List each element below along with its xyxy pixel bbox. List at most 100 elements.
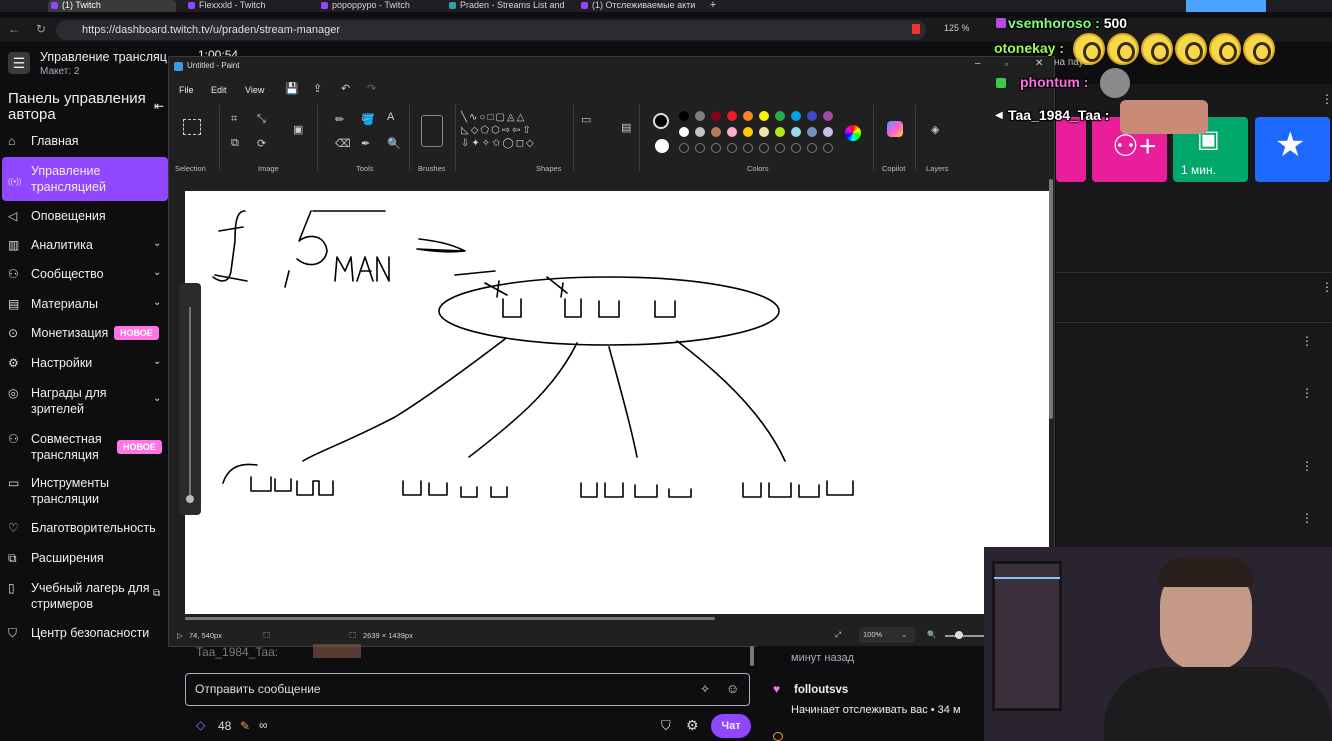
minimize-icon[interactable]: – (975, 58, 981, 69)
collapse-sidebar-icon[interactable]: ⇤ (154, 99, 164, 113)
back-icon[interactable]: ← (8, 22, 20, 36)
chat-input[interactable]: Отправить сообщение (185, 673, 750, 706)
more-icon[interactable]: ⋮ (1321, 280, 1332, 294)
color-picker-icon[interactable]: ✒ (361, 137, 370, 150)
crop-icon[interactable]: ⌗ (231, 113, 237, 126)
fit-icon[interactable]: ⤢ (835, 630, 841, 640)
emoji-icon[interactable]: ☺ (726, 681, 739, 696)
paint-canvas[interactable] (185, 191, 1049, 614)
palette-color-swatch[interactable] (775, 127, 785, 137)
palette-color-swatch[interactable] (711, 111, 721, 121)
magnifier-icon[interactable]: 🔍 (387, 137, 401, 150)
status-zoom-thumb[interactable] (955, 631, 963, 639)
palette-color-swatch[interactable] (711, 127, 721, 137)
palette-color-swatch[interactable] (807, 127, 817, 137)
share-icon[interactable]: ⇪ (313, 82, 322, 95)
zoom-indicator[interactable]: 125 % (944, 23, 970, 33)
palette-color-swatch[interactable] (679, 111, 689, 121)
channel-points-icon[interactable]: ◇ (196, 718, 205, 732)
palette-color-swatch[interactable] (727, 111, 737, 121)
menu-icon[interactable]: ☰ (8, 52, 30, 74)
maximize-icon[interactable]: ▫ (1005, 59, 1008, 69)
new-tab-button[interactable]: + (706, 0, 720, 12)
pencil-icon[interactable]: ✏ (335, 113, 344, 126)
fill-icon[interactable]: 🪣 (361, 113, 375, 126)
selection-icon[interactable] (183, 119, 201, 135)
more-icon[interactable]: ⋮ (1301, 334, 1313, 348)
bookmark-icon[interactable] (912, 24, 920, 34)
primary-color-swatch[interactable] (653, 113, 669, 129)
zoom-slider-thumb[interactable] (186, 495, 194, 503)
secondary-color-swatch[interactable] (655, 139, 669, 153)
browser-tab[interactable]: (1) Twitch (48, 0, 176, 12)
zoom-select[interactable]: 100% ⌄ (859, 627, 915, 643)
palette-color-swatch[interactable] (775, 111, 785, 121)
palette-color-swatch[interactable] (695, 127, 705, 137)
palette-color-swatch[interactable] (791, 111, 801, 121)
zoom-out-icon[interactable]: 🔍 (927, 630, 936, 639)
browser-tab[interactable]: (1) Отслеживаемые акти (578, 0, 698, 12)
custom-color-slot[interactable] (695, 143, 705, 153)
brushes-icon[interactable] (421, 115, 443, 147)
shape-outline-icon[interactable]: ▭ (581, 113, 591, 126)
chat-send-button[interactable]: Чат (711, 714, 751, 738)
rotate-icon[interactable]: ⟳ (257, 137, 266, 150)
palette-color-swatch[interactable] (823, 127, 833, 137)
browser-tab[interactable]: Flexxxld - Twitch (185, 0, 311, 12)
undo-icon[interactable]: ↶ (341, 82, 350, 95)
layers-icon[interactable]: ◈ (931, 123, 939, 136)
palette-color-swatch[interactable] (823, 111, 833, 121)
status-zoom-slider[interactable] (945, 635, 985, 637)
palette-color-swatch[interactable] (807, 111, 817, 121)
browser-tab[interactable]: Praden - Streams List and (446, 0, 566, 12)
menu-view[interactable]: View (245, 85, 264, 95)
menu-edit[interactable]: Edit (211, 85, 227, 95)
more-icon[interactable]: ⋮ (1301, 386, 1313, 400)
edit-colors-icon[interactable] (845, 125, 861, 141)
eraser-icon[interactable]: ⌫ (335, 137, 351, 150)
url-field[interactable]: https://dashboard.twitch.tv/u/praden/str… (56, 20, 926, 40)
shield-icon[interactable]: ⛉ (661, 718, 671, 734)
palette-color-swatch[interactable] (727, 127, 737, 137)
save-icon[interactable]: 💾 (285, 82, 299, 95)
custom-color-slot[interactable] (791, 143, 801, 153)
copilot-icon[interactable] (887, 121, 903, 137)
text-icon[interactable]: A (387, 111, 394, 123)
custom-color-slot[interactable] (807, 143, 817, 153)
zoom-slider-panel[interactable] (179, 283, 201, 515)
vertical-scrollbar[interactable] (1049, 179, 1053, 419)
custom-color-slot[interactable] (727, 143, 737, 153)
palette-color-swatch[interactable] (791, 127, 801, 137)
custom-color-slot[interactable] (679, 143, 689, 153)
browser-tab[interactable]: popoppypo - Twitch (318, 0, 436, 12)
menu-file[interactable]: File (179, 85, 194, 95)
custom-color-slot[interactable] (743, 143, 753, 153)
shapes-gallery[interactable]: ╲∿○□▢◬△ ◺◇⬠⬡⇨⇦⇧ ⇩✦✧✩◯◻◇ (461, 111, 565, 155)
custom-color-slot[interactable] (759, 143, 769, 153)
shape-fill-icon[interactable]: ▤ (621, 121, 631, 134)
quick-action-tile[interactable] (1056, 117, 1086, 182)
palette-color-swatch[interactable] (743, 127, 753, 137)
custom-color-slot[interactable] (823, 143, 833, 153)
palette-color-swatch[interactable] (695, 111, 705, 121)
more-icon[interactable]: ⋮ (1301, 459, 1313, 473)
reload-icon[interactable]: ↻ (36, 22, 46, 36)
palette-color-swatch[interactable] (679, 127, 689, 137)
custom-color-slot[interactable] (775, 143, 785, 153)
activity-user[interactable]: folloutsvs (794, 684, 848, 696)
redo-icon[interactable]: ↷ (367, 82, 376, 95)
flip-icon[interactable]: ⧉ (231, 137, 239, 150)
palette-color-swatch[interactable] (743, 111, 753, 121)
chat-scrollbar[interactable] (750, 646, 754, 666)
custom-color-slot[interactable] (711, 143, 721, 153)
quick-action-highlight[interactable]: ★ (1255, 117, 1330, 182)
palette-color-swatch[interactable] (759, 127, 769, 137)
more-icon[interactable]: ⋮ (1321, 92, 1332, 106)
palette-color-swatch[interactable] (759, 111, 769, 121)
resize-icon[interactable]: ⤡ (257, 113, 266, 126)
celebrate-icon[interactable]: ✧ (700, 682, 710, 696)
close-icon[interactable]: ✕ (1035, 58, 1043, 69)
more-icon[interactable]: ⋮ (1301, 511, 1313, 525)
background-removal-icon[interactable]: ▣ (293, 123, 303, 136)
gear-icon[interactable]: ⚙ (686, 717, 699, 734)
